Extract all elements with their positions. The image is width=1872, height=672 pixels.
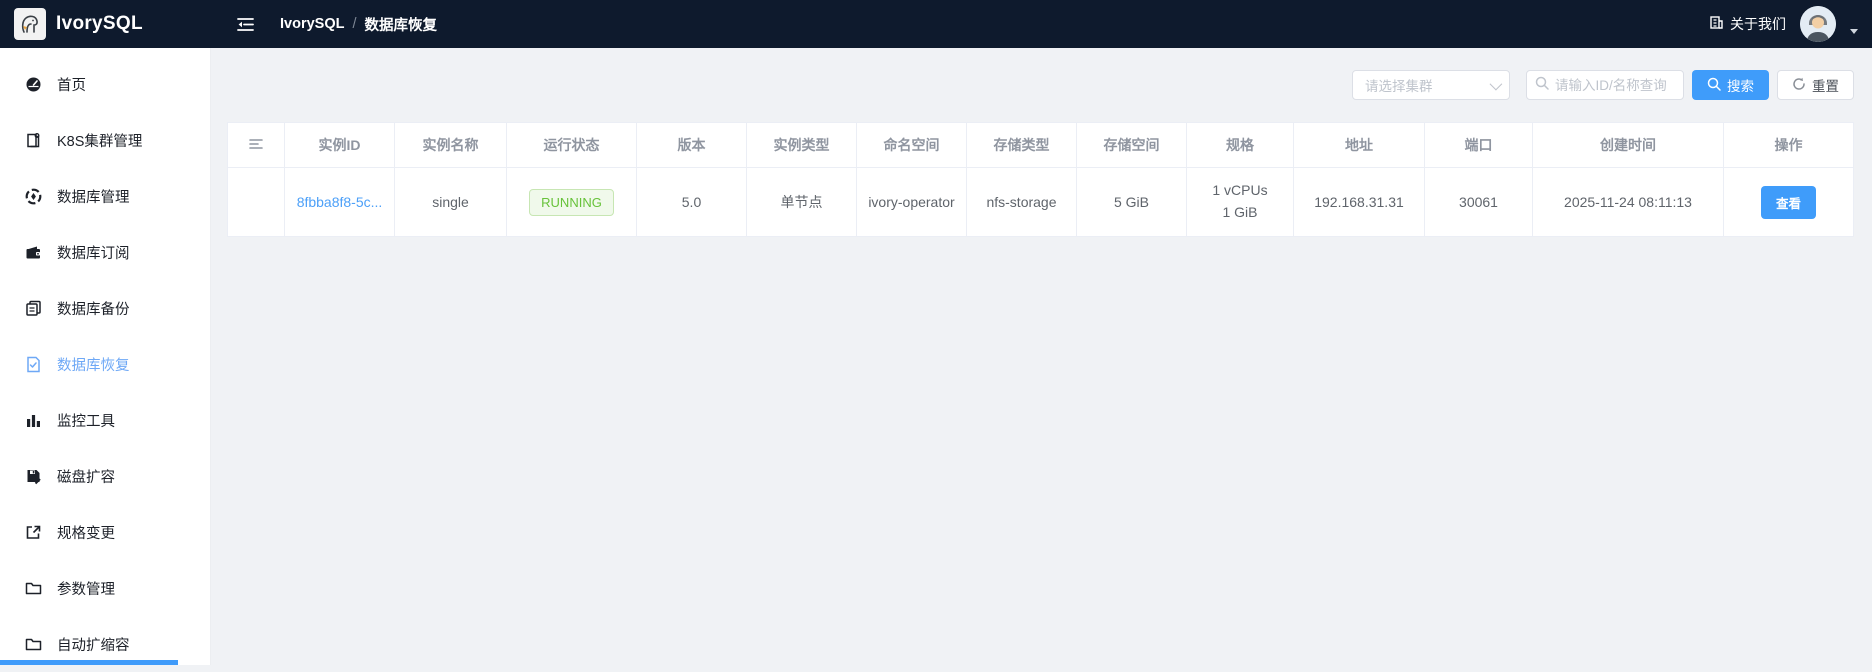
reset-button-label: 重置 (1812, 75, 1839, 95)
instance-name-cell: single (395, 168, 507, 237)
reset-button[interactable]: 重置 (1777, 70, 1854, 100)
table-header-row: 实例ID 实例名称 运行状态 版本 实例类型 命名空间 存储类型 存储空间 规格… (228, 123, 1854, 168)
chevron-down-icon (1490, 77, 1503, 90)
topbar-right: 关于我们 (1709, 6, 1872, 42)
cluster-select[interactable]: 请选择集群 (1352, 70, 1510, 100)
breadcrumb-current: 数据库恢复 (365, 14, 438, 35)
database-subscribe-icon (25, 244, 42, 261)
search-icon (1535, 76, 1549, 95)
row-select-cell (228, 168, 285, 237)
spec-change-icon (25, 524, 42, 541)
sidebar-item-param-manage[interactable]: 参数管理 (0, 560, 210, 616)
address-cell: 192.168.31.31 (1294, 168, 1425, 237)
breadcrumb: IvorySQL / 数据库恢复 (280, 14, 437, 35)
header-storage-space: 存储空间 (1077, 123, 1187, 168)
menu-fold-icon[interactable] (237, 17, 254, 32)
table-row: 8fbba8f8-5c... single RUNNING 5.0 单节点 iv… (228, 168, 1854, 237)
spec-mem: 1 GiB (1187, 202, 1293, 224)
namespace-cell: ivory-operator (857, 168, 967, 237)
disk-expand-icon (25, 468, 42, 485)
header-storage-type: 存储类型 (967, 123, 1077, 168)
header-instance-name: 实例名称 (395, 123, 507, 168)
search-icon (1707, 77, 1721, 94)
instance-id-link[interactable]: 8fbba8f8-5c... (297, 194, 383, 210)
instance-table-wrap: 实例ID 实例名称 运行状态 版本 实例类型 命名空间 存储类型 存储空间 规格… (227, 122, 1854, 237)
sidebar-item-label: 规格变更 (57, 522, 115, 543)
header-status: 运行状态 (507, 123, 637, 168)
header-address: 地址 (1294, 123, 1425, 168)
sidebar-item-db-manage[interactable]: 数据库管理 (0, 168, 210, 224)
column-settings-header (228, 123, 285, 168)
user-avatar[interactable] (1800, 6, 1836, 42)
ivorysql-logo-icon (14, 8, 46, 40)
sidebar-item-k8s-cluster[interactable]: K8S集群管理 (0, 112, 210, 168)
sidebar-item-spec-change[interactable]: 规格变更 (0, 504, 210, 560)
caret-down-icon[interactable] (1850, 29, 1858, 34)
building-icon (1709, 15, 1724, 33)
refresh-icon (1792, 77, 1806, 94)
search-button-label: 搜索 (1727, 75, 1754, 95)
sidebar-item-label: 数据库订阅 (57, 242, 130, 263)
storage-type-cell: nfs-storage (967, 168, 1077, 237)
app-title: IvorySQL (56, 13, 143, 35)
instance-table: 实例ID 实例名称 运行状态 版本 实例类型 命名空间 存储类型 存储空间 规格… (227, 122, 1854, 237)
header-created-at: 创建时间 (1533, 123, 1724, 168)
database-manage-icon (25, 188, 42, 205)
port-cell: 30061 (1425, 168, 1533, 237)
sidebar-item-disk-expand[interactable]: 磁盘扩容 (0, 448, 210, 504)
sidebar-item-label: 磁盘扩容 (57, 466, 115, 487)
k8s-cluster-icon (25, 132, 42, 149)
sidebar-item-label: 参数管理 (57, 578, 115, 599)
header-spec: 规格 (1187, 123, 1294, 168)
cluster-select-placeholder: 请选择集群 (1365, 75, 1433, 95)
breadcrumb-root[interactable]: IvorySQL (280, 16, 344, 32)
database-restore-icon (25, 356, 42, 373)
about-us-link[interactable]: 关于我们 (1709, 14, 1786, 34)
instance-type-cell: 单节点 (747, 168, 857, 237)
sidebar-item-db-restore[interactable]: 数据库恢复 (0, 336, 210, 392)
header-namespace: 命名空间 (857, 123, 967, 168)
spec-cpu: 1 vCPUs (1187, 180, 1293, 202)
search-input[interactable] (1555, 78, 1675, 93)
sidebar: 首页 K8S集群管理 数据库管理 (0, 48, 211, 665)
sidebar-item-db-backup[interactable]: 数据库备份 (0, 280, 210, 336)
param-manage-icon (25, 580, 42, 597)
header-version: 版本 (637, 123, 747, 168)
sidebar-item-label: 数据库管理 (57, 186, 130, 207)
sidebar-bottom-bar (0, 660, 178, 665)
table-menu-icon[interactable] (249, 138, 263, 150)
sidebar-item-db-subscribe[interactable]: 数据库订阅 (0, 224, 210, 280)
search-button[interactable]: 搜索 (1692, 70, 1769, 100)
filter-toolbar: 请选择集群 搜索 (211, 48, 1872, 100)
sidebar-item-label: 自动扩缩容 (57, 634, 130, 655)
search-input-wrap (1526, 70, 1684, 100)
version-cell: 5.0 (637, 168, 747, 237)
brand: IvorySQL (0, 8, 211, 40)
sidebar-item-home[interactable]: 首页 (0, 56, 210, 112)
spec-cell: 1 vCPUs 1 GiB (1187, 168, 1294, 237)
autoscale-icon (25, 636, 42, 653)
home-dashboard-icon (25, 76, 42, 93)
storage-space-cell: 5 GiB (1077, 168, 1187, 237)
sidebar-item-monitor[interactable]: 监控工具 (0, 392, 210, 448)
database-backup-icon (25, 300, 42, 317)
about-us-label: 关于我们 (1730, 14, 1786, 34)
view-button[interactable]: 查看 (1761, 186, 1816, 219)
sidebar-item-label: 监控工具 (57, 410, 115, 431)
sidebar-item-label: K8S集群管理 (57, 130, 142, 151)
header-actions: 操作 (1724, 123, 1854, 168)
created-at-cell: 2025-11-24 08:11:13 (1533, 168, 1724, 237)
status-badge: RUNNING (529, 189, 614, 216)
main-content: 请选择集群 搜索 (211, 48, 1872, 665)
sidebar-item-label: 数据库恢复 (57, 354, 130, 375)
monitor-tools-icon (25, 412, 42, 429)
header-instance-type: 实例类型 (747, 123, 857, 168)
header-instance-id: 实例ID (285, 123, 395, 168)
sidebar-item-label: 首页 (57, 74, 86, 95)
breadcrumb-separator: / (352, 16, 356, 32)
sidebar-item-label: 数据库备份 (57, 298, 130, 319)
header-port: 端口 (1425, 123, 1533, 168)
topbar: IvorySQL IvorySQL / 数据库恢复 关于我们 (0, 0, 1872, 48)
